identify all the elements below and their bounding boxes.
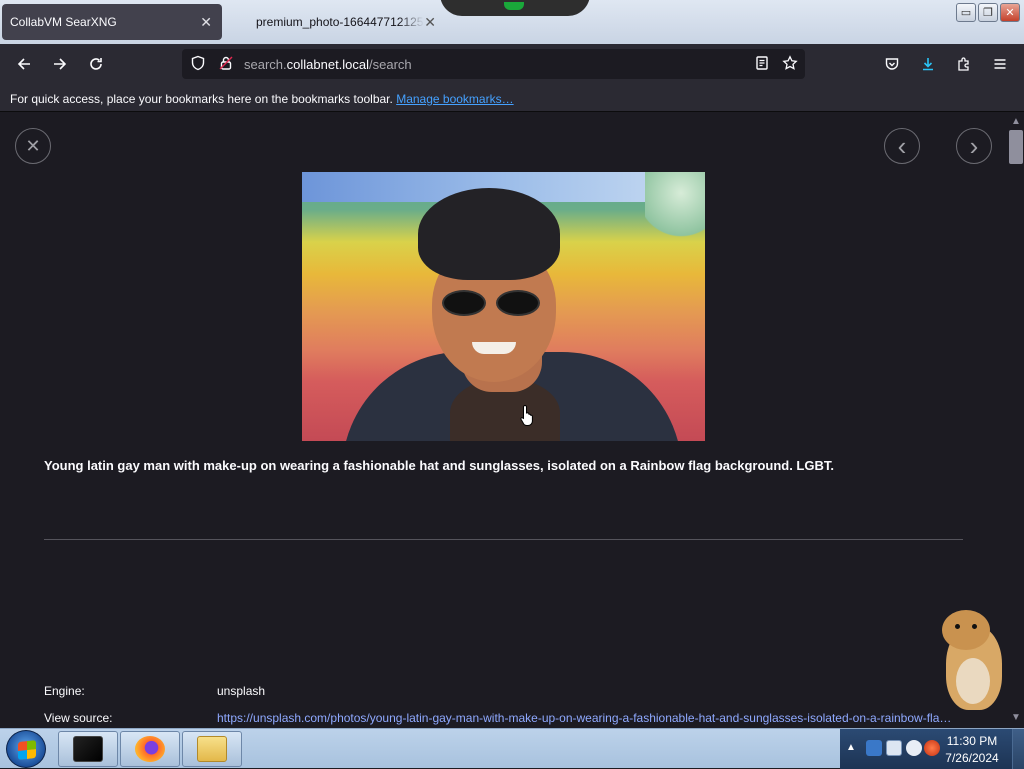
view-source-link[interactable]: https://unsplash.com/photos/young-latin-… [217,711,957,725]
reload-icon[interactable] [84,52,108,76]
pocket-icon[interactable] [880,52,904,76]
clock-time[interactable]: 11:30 PM [944,734,1000,748]
photo-sunglasses-left [442,290,486,316]
url-domain: collabnet.local [286,57,370,72]
forward-arrow-icon[interactable] [48,52,72,76]
close-icon: ✕ [25,135,41,156]
tab-label: premium_photo-1664477121250 [256,15,424,29]
minimize-button[interactable]: ▭ [956,3,976,22]
manage-bookmarks-link[interactable]: Manage bookmarks… [396,92,513,106]
result-image[interactable] [302,172,705,441]
vm-overlay-notch [440,0,590,16]
tab-close-icon[interactable]: ✕ [200,14,212,31]
system-tray: ▲ 11:30 PM 7/26/2024 [840,729,1024,769]
volume-icon[interactable] [906,740,922,756]
clock-date[interactable]: 7/26/2024 [944,751,1000,765]
navigation-toolbar: search.collabnet.local/search [0,44,1024,84]
tab-collabvm-searxng[interactable]: CollabVM SearXNG ✕ [2,4,222,40]
command-prompt-icon [73,736,103,762]
tab-premium-photo[interactable]: premium_photo-1664477121250 ✕ [248,4,448,40]
window-controls: ▭ ❐ ✕ [956,3,1020,22]
network-icon[interactable] [886,740,902,756]
bookmarks-hint-text: For quick access, place your bookmarks h… [10,92,393,106]
tracking-shield-icon[interactable] [190,55,206,74]
show-desktop-button[interactable] [1012,729,1024,769]
action-center-icon[interactable] [866,740,882,756]
taskbar-windows-explorer[interactable] [182,731,242,767]
url-prefix: search. [244,57,287,72]
photo-hat [418,188,560,280]
tray-expand-icon[interactable]: ▲ [846,742,856,753]
scroll-thumb[interactable] [1009,130,1023,164]
hand-pointer-cursor [520,404,536,426]
tab-label: CollabVM SearXNG [10,15,117,29]
tab-close-icon[interactable]: ✕ [424,14,436,31]
photo-smile [472,342,516,354]
chevron-right-icon: › [969,130,979,161]
lock-icon[interactable] [218,55,234,74]
maximize-button[interactable]: ❐ [978,3,998,22]
vm-status-indicator [504,2,524,10]
bookmarks-toolbar: For quick access, place your bookmarks h… [0,84,1024,112]
engine-label: Engine: [44,684,85,698]
url-path: /search [369,57,412,72]
url-bar[interactable]: search.collabnet.local/search [182,49,805,79]
firefox-tray-icon[interactable] [924,740,940,756]
url-text[interactable]: search.collabnet.local/search [244,57,412,72]
extensions-icon[interactable] [952,52,976,76]
download-icon[interactable] [916,52,940,76]
hamster-overlay [938,608,1004,712]
hamster-belly [956,658,990,704]
close-window-button[interactable]: ✕ [1000,3,1020,22]
tab-strip: CollabVM SearXNG ✕ premium_photo-1664477… [0,0,1024,44]
next-image-button[interactable]: › [956,128,992,164]
folder-icon [197,736,227,762]
taskbar-firefox[interactable] [120,731,180,767]
taskbar-command-prompt[interactable] [58,731,118,767]
hamster-eye [955,624,960,629]
back-arrow-icon[interactable] [12,52,36,76]
windows-taskbar: ▲ 11:30 PM 7/26/2024 [0,728,1024,769]
page-scrollbar[interactable]: ▲ ▼ [1008,112,1024,728]
divider [44,539,963,540]
engine-value: unsplash [217,684,266,698]
photo-sunglasses-right [496,290,540,316]
start-button[interactable] [6,730,46,768]
previous-image-button[interactable]: ‹ [884,128,920,164]
bookmark-star-icon[interactable] [782,55,798,74]
scroll-down-arrow-icon[interactable]: ▼ [1011,712,1021,723]
firefox-icon [135,736,165,762]
image-detail-view: ✕ ‹ › Young latin gay man with make-up o… [0,112,1008,728]
reader-view-icon[interactable] [754,55,770,74]
view-source-label: View source: [44,711,113,725]
hamster-eye [972,624,977,629]
chevron-left-icon: ‹ [897,130,907,161]
scroll-up-arrow-icon[interactable]: ▲ [1011,116,1021,127]
image-caption: Young latin gay man with make-up on wear… [44,458,834,473]
hamster-head [942,610,990,650]
photo-foliage [645,172,705,242]
close-detail-button[interactable]: ✕ [15,128,51,164]
hamburger-menu-icon[interactable] [988,52,1012,76]
